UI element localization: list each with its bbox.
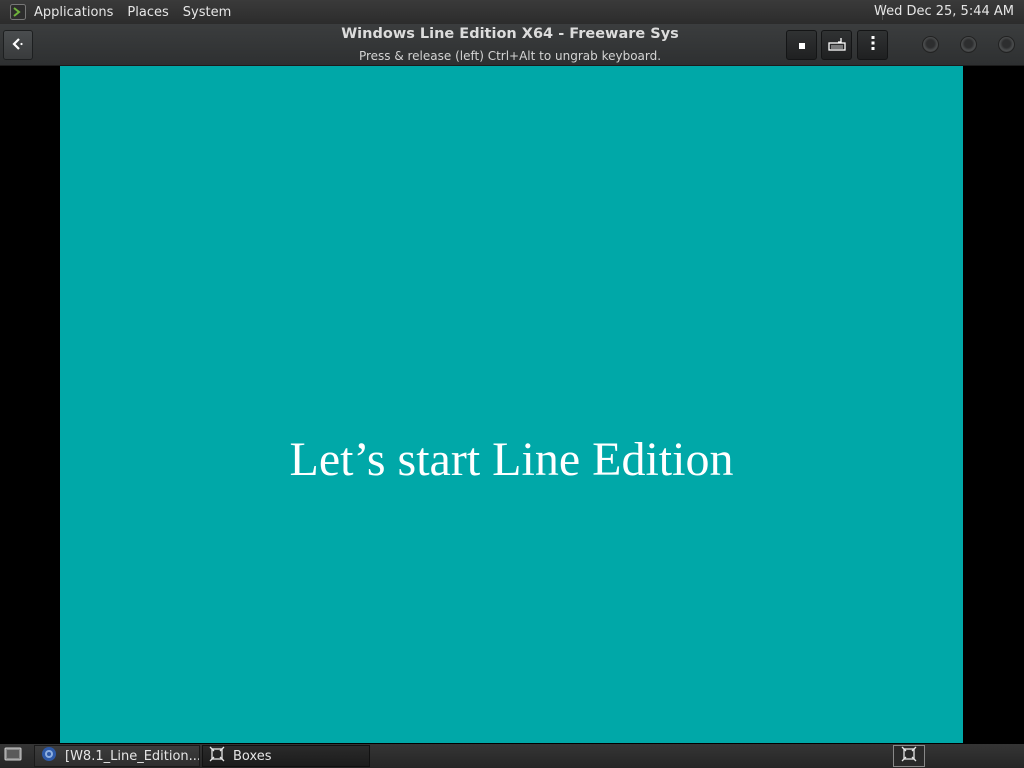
- taskbar-item-firefox[interactable]: [W8.1_Line_Edition...: [34, 745, 200, 767]
- more-options-icon: [870, 35, 876, 55]
- firefox-icon: [41, 746, 57, 766]
- top-panel: Applications Places System Wed Dec 25, 5…: [0, 0, 1024, 24]
- taskbar-item-boxes[interactable]: Boxes: [202, 745, 370, 767]
- send-keys-button[interactable]: [821, 30, 852, 60]
- stop-button[interactable]: [786, 30, 817, 60]
- terminal-logo-icon[interactable]: [9, 3, 27, 21]
- back-arrow-icon: [11, 36, 25, 55]
- ungrab-hint: Press & release (left) Ctrl+Alt to ungra…: [358, 49, 662, 63]
- header-bar: Windows Line Edition X64 - Freeware Sys …: [0, 24, 1024, 66]
- stop-icon: [797, 36, 807, 55]
- clock[interactable]: Wed Dec 25, 5:44 AM: [874, 0, 1014, 24]
- more-options-button[interactable]: [857, 30, 888, 60]
- window-title: Windows Line Edition X64 - Freeware Sys: [341, 26, 679, 42]
- maximize-button[interactable]: [960, 36, 977, 53]
- minimize-button[interactable]: [922, 36, 939, 53]
- close-button[interactable]: [998, 36, 1015, 53]
- workspace-switcher[interactable]: [893, 745, 925, 767]
- vm-welcome-text: Let’s start Line Edition: [289, 433, 734, 486]
- keyboard-send-icon: [827, 36, 846, 55]
- vm-display[interactable]: Let’s start Line Edition: [60, 66, 963, 743]
- show-desktop-button[interactable]: [3, 747, 23, 765]
- taskbar-item-label: [W8.1_Line_Edition...: [65, 748, 200, 764]
- applications-menu[interactable]: Applications: [34, 5, 113, 20]
- system-menu[interactable]: System: [183, 5, 231, 20]
- workspace-icon: [901, 746, 917, 766]
- boxes-icon: [209, 746, 225, 766]
- places-menu[interactable]: Places: [127, 5, 168, 20]
- desktop-icon: [4, 746, 22, 766]
- bottom-panel: [W8.1_Line_Edition... Boxes: [0, 744, 1024, 768]
- back-button[interactable]: [3, 30, 33, 60]
- taskbar-item-label: Boxes: [233, 748, 272, 764]
